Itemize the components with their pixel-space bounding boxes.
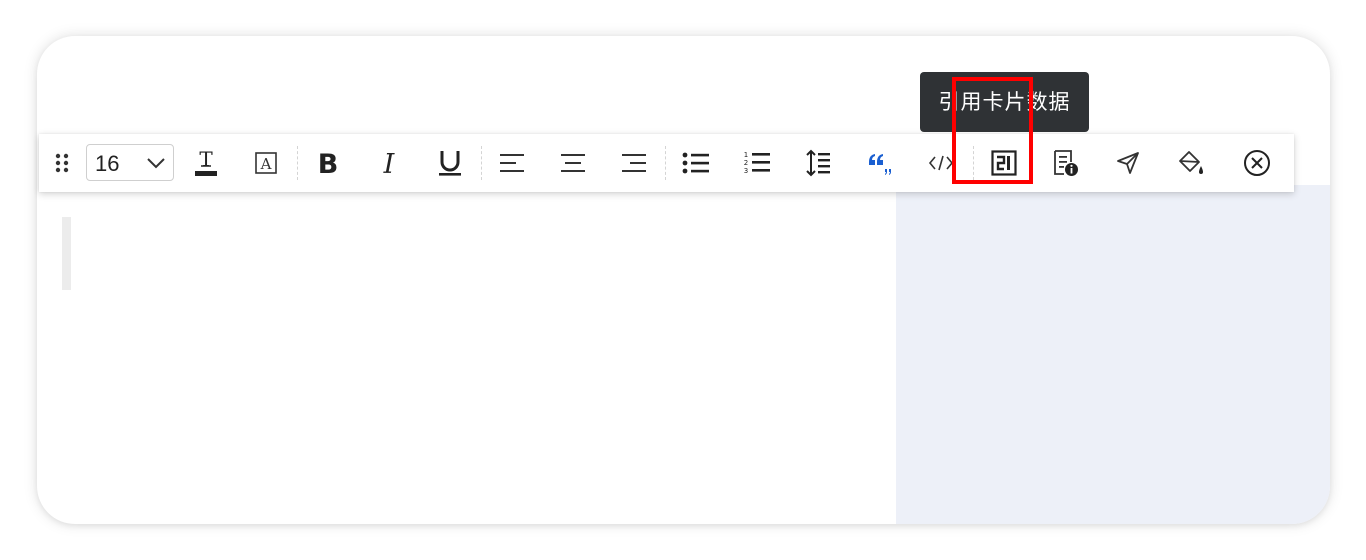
drag-dots-icon [55,153,69,173]
quote-button[interactable] [863,134,897,192]
font-size-select[interactable]: 16 [86,144,174,181]
svg-text:1: 1 [744,151,748,159]
code-button[interactable] [924,134,958,192]
text-cursor-placeholder[interactable] [62,217,71,290]
align-left-button[interactable] [495,134,529,192]
fill-color-button[interactable] [1174,134,1208,192]
align-center-icon [561,154,585,172]
align-left-icon [500,154,524,172]
send-icon [1117,152,1139,174]
line-height-icon [806,149,830,177]
editor-card [37,36,1330,524]
send-button[interactable] [1111,134,1145,192]
bullet-list-button[interactable] [679,134,713,192]
svg-text:B: B [318,149,339,178]
align-right-button[interactable] [617,134,651,192]
floating-toolbar: 16 T A B I 1 2 3 [39,134,1294,192]
bold-button[interactable]: B [311,134,345,192]
align-center-button[interactable] [556,134,590,192]
text-background-icon: A [255,152,277,174]
toolbar-separator [481,146,482,180]
bullet-list-icon [682,152,709,174]
tooltip-text: 引用卡片数据 [938,90,1071,114]
reference-card-data-button[interactable] [987,134,1021,192]
svg-text:I: I [383,149,396,178]
document-info-icon [1054,150,1078,176]
tooltip: 引用卡片数据 [920,72,1089,132]
svg-text:T: T [199,148,213,171]
reference-card-icon [991,150,1017,176]
font-size-value: 16 [95,151,120,176]
underline-button[interactable] [433,134,467,192]
paint-bucket-icon [1179,151,1203,174]
quote-icon [869,154,891,175]
underline-icon [439,151,461,176]
ordered-list-button[interactable]: 1 2 3 [740,134,774,192]
svg-text:3: 3 [744,167,748,175]
chevron-down-icon [146,154,166,177]
text-background-button[interactable]: A [249,134,283,192]
close-button[interactable] [1240,134,1274,192]
toolbar-separator [665,146,666,180]
bold-icon: B [318,149,339,178]
toolbar-separator [297,146,298,180]
drag-handle[interactable] [51,134,73,192]
text-color-icon: T [195,148,217,176]
italic-icon: I [383,149,396,178]
code-icon [928,155,954,171]
text-color-button[interactable]: T [189,134,223,192]
align-right-icon [622,154,646,172]
card-info-button[interactable] [1048,134,1082,192]
svg-text:2: 2 [744,159,748,167]
ordered-list-icon: 1 2 3 [744,151,770,175]
line-height-button[interactable] [801,134,835,192]
toolbar-separator [973,146,974,180]
side-panel [896,185,1330,524]
svg-text:A: A [260,155,272,173]
close-circle-icon [1244,150,1270,176]
italic-button[interactable]: I [372,134,406,192]
